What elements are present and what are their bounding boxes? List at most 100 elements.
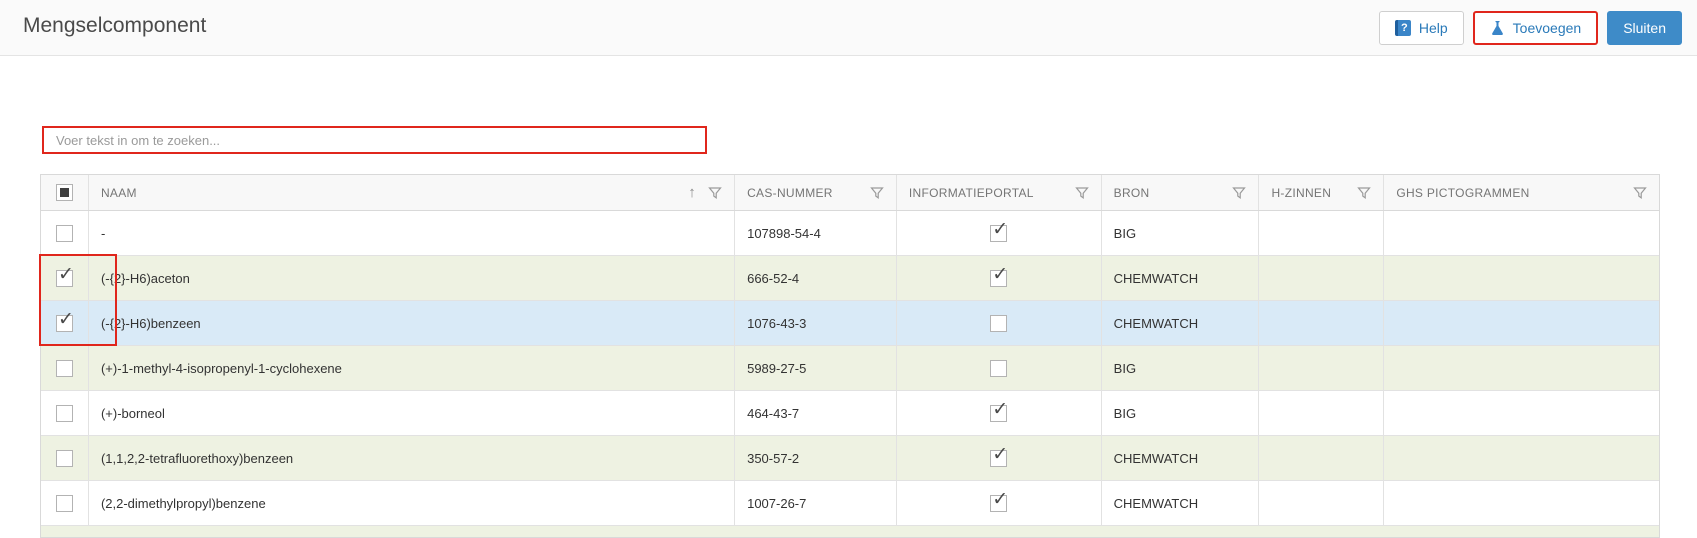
row-checkbox[interactable]: ✓ xyxy=(55,494,73,512)
table-row[interactable]: ✓ - 107898-54-4 ✓ BIG xyxy=(41,211,1659,256)
dialog-header: Mengselcomponent ? Help Toevoegen Sluite… xyxy=(0,0,1697,56)
row-checkbox[interactable]: ✓ xyxy=(55,265,74,287)
help-button-label: Help xyxy=(1418,20,1448,36)
check-icon: ✓ xyxy=(992,263,1009,285)
informatieportal-checkbox[interactable]: ✓ xyxy=(990,220,1008,242)
column-label: GHS PICTOGRAMMEN xyxy=(1396,185,1530,200)
cell-h-zinnen xyxy=(1259,211,1385,255)
row-checkbox[interactable]: ✓ xyxy=(55,404,73,422)
cell-cas: 5989-27-5 xyxy=(735,346,897,390)
informatieportal-checkbox[interactable]: ✓ xyxy=(990,314,1008,332)
cell-naam: (+)-1-methyl-4-isopropenyl-1-cyclohexene xyxy=(89,346,736,390)
sort-ascending-icon[interactable]: ↑ xyxy=(688,184,696,201)
informatieportal-checkbox[interactable]: ✓ xyxy=(990,490,1008,512)
cell-bron: CHEMWATCH xyxy=(1102,301,1260,345)
row-checkbox[interactable]: ✓ xyxy=(55,449,73,467)
column-header-ghs-pictogrammen[interactable]: GHS PICTOGRAMMEN xyxy=(1384,175,1659,210)
table-row-selected[interactable]: ✓ (-{2}-H6)benzeen 1076-43-3 ✓ CHEMWATCH xyxy=(41,301,1659,346)
check-icon: ✓ xyxy=(57,263,74,285)
filter-icon[interactable] xyxy=(1356,185,1372,204)
table-header-row: NAAM ↑ CAS-NUMMER INFORMATIEPORTAL BRON xyxy=(41,175,1659,211)
column-header-cas[interactable]: CAS-NUMMER xyxy=(735,175,897,210)
row-checkbox[interactable]: ✓ xyxy=(55,359,73,377)
informatieportal-checkbox[interactable]: ✓ xyxy=(990,359,1008,377)
sluiten-button-label: Sluiten xyxy=(1623,20,1666,36)
cell-h-zinnen xyxy=(1259,391,1385,435)
cell-h-zinnen xyxy=(1259,481,1385,525)
check-icon: ✓ xyxy=(992,443,1009,465)
flask-icon xyxy=(1490,20,1505,36)
cell-ghs xyxy=(1384,481,1659,525)
cell-cas: 350-57-2 xyxy=(735,436,897,480)
row-checkbox[interactable]: ✓ xyxy=(55,310,74,332)
help-book-icon: ? xyxy=(1394,20,1411,36)
filter-icon[interactable] xyxy=(707,185,723,204)
cell-h-zinnen xyxy=(1259,346,1385,390)
check-icon: ✓ xyxy=(992,218,1009,240)
search-box xyxy=(42,126,707,154)
toevoegen-button[interactable]: Toevoegen xyxy=(1472,11,1599,45)
table-row[interactable]: ✓ (+)-1-methyl-4-isopropenyl-1-cyclohexe… xyxy=(41,346,1659,391)
column-header-informatieportal[interactable]: INFORMATIEPORTAL xyxy=(897,175,1102,210)
cell-ghs xyxy=(1384,301,1659,345)
check-icon: ✓ xyxy=(992,488,1009,510)
table-row[interactable]: ✓ (-{2}-H6)aceton 666-52-4 ✓ CHEMWATCH xyxy=(41,256,1659,301)
filter-icon[interactable] xyxy=(1632,185,1648,204)
table-row[interactable]: ✓ (1,1,2,2-tetrafluorethoxy)benzeen 350-… xyxy=(41,436,1659,481)
substance-table: NAAM ↑ CAS-NUMMER INFORMATIEPORTAL BRON xyxy=(40,174,1660,538)
cell-h-zinnen xyxy=(1259,301,1385,345)
check-icon: ✓ xyxy=(992,398,1009,420)
cell-bron: CHEMWATCH xyxy=(1102,481,1260,525)
cell-bron: CHEMWATCH xyxy=(1102,436,1260,480)
cell-naam: (1,1,2,2-tetrafluorethoxy)benzeen xyxy=(89,436,736,480)
sluiten-button[interactable]: Sluiten xyxy=(1607,11,1682,45)
column-label: BRON xyxy=(1113,185,1150,200)
search-input[interactable] xyxy=(44,128,705,152)
cell-ghs xyxy=(1384,211,1659,255)
column-header-bron[interactable]: BRON xyxy=(1102,175,1260,210)
table-row-partial xyxy=(41,526,1659,537)
column-header-naam[interactable]: NAAM ↑ xyxy=(89,175,736,210)
informatieportal-checkbox[interactable]: ✓ xyxy=(990,445,1008,467)
table-row[interactable]: ✓ (+)-borneol 464-43-7 ✓ BIG xyxy=(41,391,1659,436)
column-label: H-ZINNEN xyxy=(1271,185,1332,200)
cell-naam: (+)-borneol xyxy=(89,391,736,435)
column-label: CAS-NUMMER xyxy=(747,185,833,200)
cell-cas: 1007-26-7 xyxy=(735,481,897,525)
cell-cas: 1076-43-3 xyxy=(735,301,897,345)
help-button[interactable]: ? Help xyxy=(1378,11,1464,45)
cell-cas: 107898-54-4 xyxy=(735,211,897,255)
cell-ghs xyxy=(1384,256,1659,300)
cell-bron: BIG xyxy=(1102,211,1260,255)
check-icon: ✓ xyxy=(57,308,74,330)
cell-naam: (2,2-dimethylpropyl)benzene xyxy=(89,481,736,525)
column-header-h-zinnen[interactable]: H-ZINNEN xyxy=(1259,175,1385,210)
select-all-checkbox[interactable] xyxy=(55,184,73,201)
cell-naam: (-{2}-H6)aceton xyxy=(89,256,736,300)
cell-naam: (-{2}-H6)benzeen xyxy=(89,301,736,345)
table-row[interactable]: ✓ (2,2-dimethylpropyl)benzene 1007-26-7 … xyxy=(41,481,1659,526)
cell-bron: BIG xyxy=(1102,391,1260,435)
cell-cas: 666-52-4 xyxy=(735,256,897,300)
informatieportal-checkbox[interactable]: ✓ xyxy=(990,265,1008,287)
cell-ghs xyxy=(1384,391,1659,435)
filter-icon[interactable] xyxy=(1074,185,1090,204)
column-label: NAAM xyxy=(100,185,137,200)
cell-ghs xyxy=(1384,346,1659,390)
row-checkbox[interactable]: ✓ xyxy=(55,224,73,242)
cell-h-zinnen xyxy=(1259,256,1385,300)
informatieportal-checkbox[interactable]: ✓ xyxy=(990,400,1008,422)
cell-naam: - xyxy=(89,211,736,255)
cell-h-zinnen xyxy=(1259,436,1385,480)
filter-icon[interactable] xyxy=(1231,185,1247,204)
header-actions: ? Help Toevoegen Sluiten xyxy=(1378,11,1682,45)
filter-icon[interactable] xyxy=(869,185,885,204)
cell-bron: CHEMWATCH xyxy=(1102,256,1260,300)
column-label: INFORMATIEPORTAL xyxy=(908,185,1034,200)
page-title: Mengselcomponent xyxy=(23,14,207,37)
cell-cas: 464-43-7 xyxy=(735,391,897,435)
cell-bron: BIG xyxy=(1102,346,1260,390)
toevoegen-button-label: Toevoegen xyxy=(1512,20,1582,36)
cell-ghs xyxy=(1384,436,1659,480)
header-select-all-cell xyxy=(41,175,89,210)
